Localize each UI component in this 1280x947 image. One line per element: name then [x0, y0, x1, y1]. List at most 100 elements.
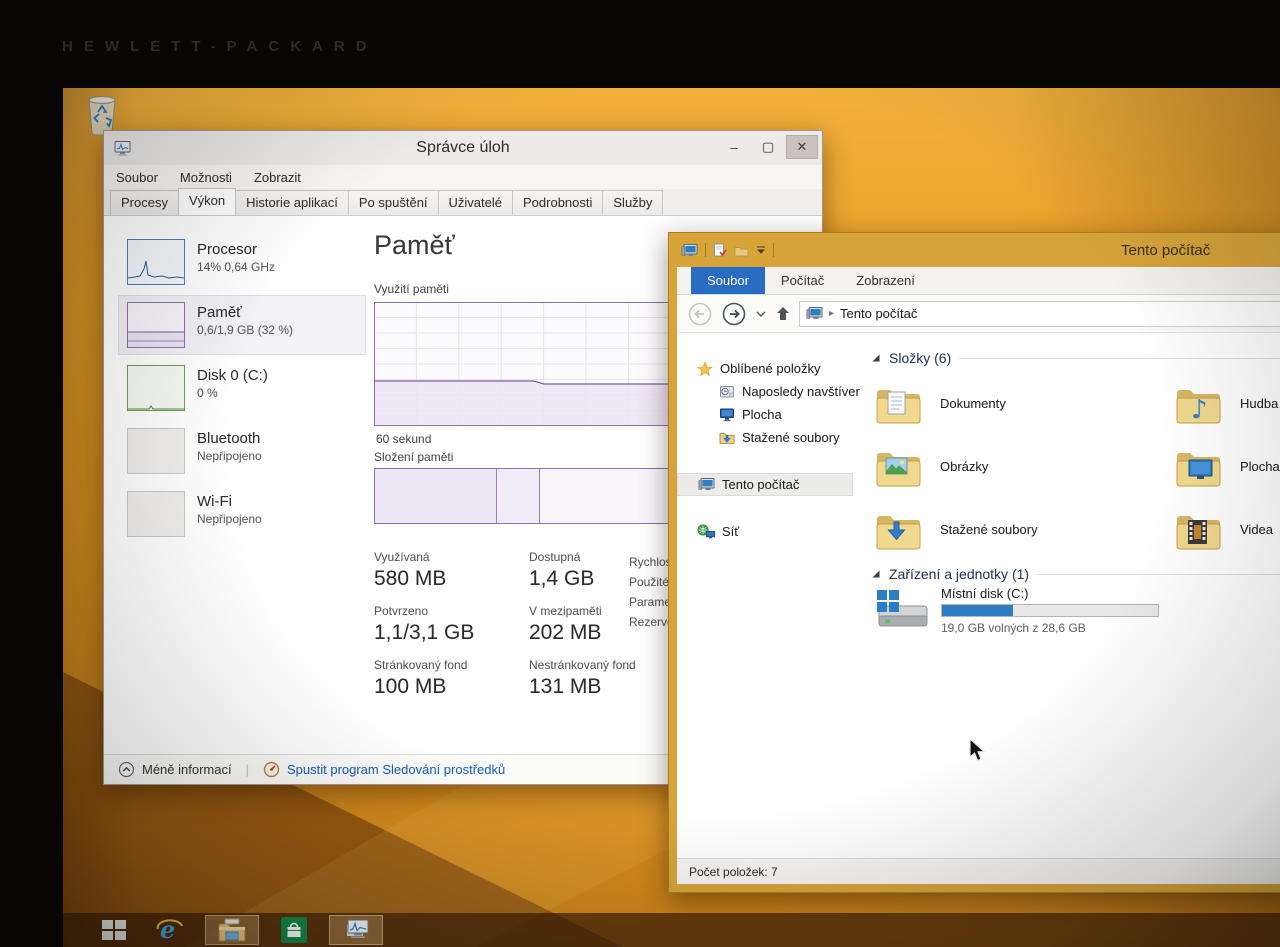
nav-item-label: Plocha	[742, 407, 782, 422]
address-bar[interactable]: ▸ Tento počítač	[799, 301, 1280, 327]
qat-separator	[773, 243, 774, 257]
nav-item-s-[interactable]: Síť	[677, 520, 862, 543]
disk-capacity-bar	[941, 604, 1159, 617]
nav-item-label: Stažené soubory	[742, 430, 840, 445]
ribbon-tab-zobrazení[interactable]: Zobrazení	[840, 267, 931, 294]
disk-label: Místní disk (C:)	[941, 586, 1159, 601]
perf-item-detail: 14% 0,64 GHz	[197, 260, 275, 274]
task-manager-titlebar[interactable]: Správce úloh – ▢ ✕	[104, 131, 822, 165]
forward-button[interactable]	[721, 301, 747, 327]
ribbon-tab-strip: SouborPočítačZobrazení	[677, 267, 1280, 295]
recent-icon	[719, 384, 735, 400]
content-pane: Složky (6) Dokumenty Obrázky Stažené sou…	[862, 333, 1280, 858]
less-info-button[interactable]: Méně informací	[118, 761, 232, 778]
memory-graph-thumbnail-icon	[127, 302, 185, 348]
memory-stat-vyu-van-: Využívaná 580 MB	[374, 550, 529, 591]
perf-item-bluetooth[interactable]: Bluetooth Nepřipojeno	[118, 421, 366, 481]
memory-composition-segment	[497, 469, 539, 523]
nav-item-label: Tento počítač	[722, 477, 799, 492]
taskbar-button-store[interactable]	[273, 915, 315, 945]
nav-item-obl-ben-polo-ky[interactable]: Oblíbené položky	[677, 357, 862, 380]
folder-item-dokumenty[interactable]: Dokumenty	[873, 372, 1173, 435]
nav-item-naposledy-nav-t-ver[interactable]: Naposledy navštíver	[677, 380, 862, 403]
tab-uživatelé[interactable]: Uživatelé	[438, 190, 513, 215]
less-info-label: Méně informací	[142, 762, 232, 777]
stat-value: 1,1/3,1 GB	[374, 621, 529, 645]
perf-item-name: Bluetooth	[197, 430, 262, 447]
tab-podrobnosti[interactable]: Podrobnosti	[512, 190, 603, 215]
folder-item-videa[interactable]: Videa	[1173, 498, 1280, 561]
minimize-button[interactable]: –	[718, 135, 750, 159]
navigation-pane: Oblíbené položky Naposledy navštíver Plo…	[677, 333, 862, 858]
stat-label: Využívaná	[374, 550, 529, 564]
taskbar-button-task-manager[interactable]	[329, 915, 383, 945]
task-manager-icon	[341, 917, 371, 943]
perf-item-wi-fi[interactable]: Wi-Fi Nepřipojeno	[118, 484, 366, 544]
devices-group-label: Zařízení a jednotky (1)	[889, 566, 1029, 582]
perf-item-detail: Nepřipojeno	[197, 512, 262, 526]
task-manager-title: Správce úloh	[104, 139, 822, 157]
folders-group-label: Složky (6)	[889, 350, 951, 366]
tab-služby[interactable]: Služby	[602, 190, 663, 215]
qat-new-folder-icon[interactable]	[734, 244, 749, 257]
open-resource-monitor-link[interactable]: Spustit program Sledování prostředků	[263, 761, 505, 778]
qat-separator	[705, 243, 706, 257]
nav-item-sta-en-soubory[interactable]: Stažené soubory	[677, 426, 862, 449]
stat-label: Stránkovaný fond	[374, 658, 529, 672]
explorer-body: Oblíbené položky Naposledy navštíver Plo…	[677, 333, 1280, 858]
group-collapse-icon	[871, 353, 881, 363]
task-manager-menubar: Soubor Možnosti Zobrazit	[104, 165, 822, 189]
perf-item-name: Paměť	[197, 304, 293, 321]
disk-capacity-fill	[942, 605, 1013, 616]
status-bar: Počet položek: 7	[677, 858, 1280, 884]
folder-item-plocha[interactable]: Plocha	[1173, 435, 1280, 498]
window-controls: – ▢ ✕	[718, 135, 818, 159]
taskbar-button-internet-explorer[interactable]: e	[149, 915, 191, 945]
downloads-icon	[719, 430, 735, 445]
taskbar-button-file-explorer[interactable]	[205, 915, 259, 945]
local-disk-item[interactable]: Místní disk (C:) 19,0 GB volných z 28,6 …	[873, 586, 1159, 635]
menu-item-možnosti[interactable]: Možnosti	[180, 170, 232, 185]
perf-item-disk-0-c-[interactable]: Disk 0 (C:) 0 %	[118, 358, 366, 418]
maximize-button[interactable]: ▢	[752, 135, 784, 159]
disk-graph-thumbnail-icon	[127, 365, 185, 411]
up-button[interactable]	[775, 305, 791, 323]
folders-group-header[interactable]: Složky (6)	[871, 350, 1280, 366]
tab-procesy[interactable]: Procesy	[110, 190, 179, 215]
folder-item-hudba[interactable]: ♪ Hudba	[1173, 372, 1280, 435]
close-button[interactable]: ✕	[786, 135, 818, 159]
qat-dropdown-icon[interactable]	[756, 246, 766, 254]
folder-item-sta-en-soubory[interactable]: Stažené soubory	[873, 498, 1173, 561]
nav-item-plocha[interactable]: Plocha	[677, 403, 862, 426]
perf-item-procesor[interactable]: Procesor 14% 0,64 GHz	[118, 232, 366, 292]
folder-item-label: Videa	[1240, 522, 1273, 537]
explorer-titlebar[interactable]: Tento počítač	[669, 233, 1280, 267]
perf-item-name: Wi-Fi	[197, 493, 262, 510]
taskbar-button-start[interactable]	[93, 915, 135, 945]
folder-item-obr-zky[interactable]: Obrázky	[873, 435, 1173, 498]
stat-value: 580 MB	[374, 567, 529, 591]
svg-text:♪: ♪	[1191, 395, 1208, 425]
tab-historie-aplikací[interactable]: Historie aplikací	[235, 190, 349, 215]
perf-item-detail: 0 %	[197, 386, 268, 400]
ribbon-tab-soubor[interactable]: Soubor	[691, 267, 765, 294]
memory-panel-title: Paměť	[374, 230, 455, 261]
history-dropdown-icon[interactable]	[755, 309, 767, 319]
tab-po-spuštění[interactable]: Po spuštění	[348, 190, 439, 215]
folder-item-label: Dokumenty	[940, 396, 1006, 411]
back-button[interactable]	[687, 301, 713, 327]
explorer-client-area: SouborPočítačZobrazení ▸ Tento počítač O…	[677, 267, 1280, 884]
ribbon-tab-počítač[interactable]: Počítač	[765, 267, 840, 294]
nav-item-label: Síť	[722, 524, 739, 539]
menu-item-zobrazit[interactable]: Zobrazit	[254, 170, 301, 185]
qat-properties-icon[interactable]	[713, 243, 727, 258]
devices-group-header[interactable]: Zařízení a jednotky (1)	[871, 566, 1280, 582]
group-collapse-icon	[871, 569, 881, 579]
tab-výkon[interactable]: Výkon	[178, 188, 236, 215]
address-bar-row: ▸ Tento počítač	[677, 295, 1280, 333]
menu-item-soubor[interactable]: Soubor	[116, 170, 158, 185]
nav-item-tento-po-ta-[interactable]: Tento počítač	[677, 473, 853, 496]
qat-computer-icon[interactable]	[681, 243, 698, 258]
perf-item-pam-[interactable]: Paměť 0,6/1,9 GB (32 %)	[118, 295, 366, 355]
file-explorer-window: Tento počítač SouborPočítačZobrazení ▸ T…	[668, 232, 1280, 893]
